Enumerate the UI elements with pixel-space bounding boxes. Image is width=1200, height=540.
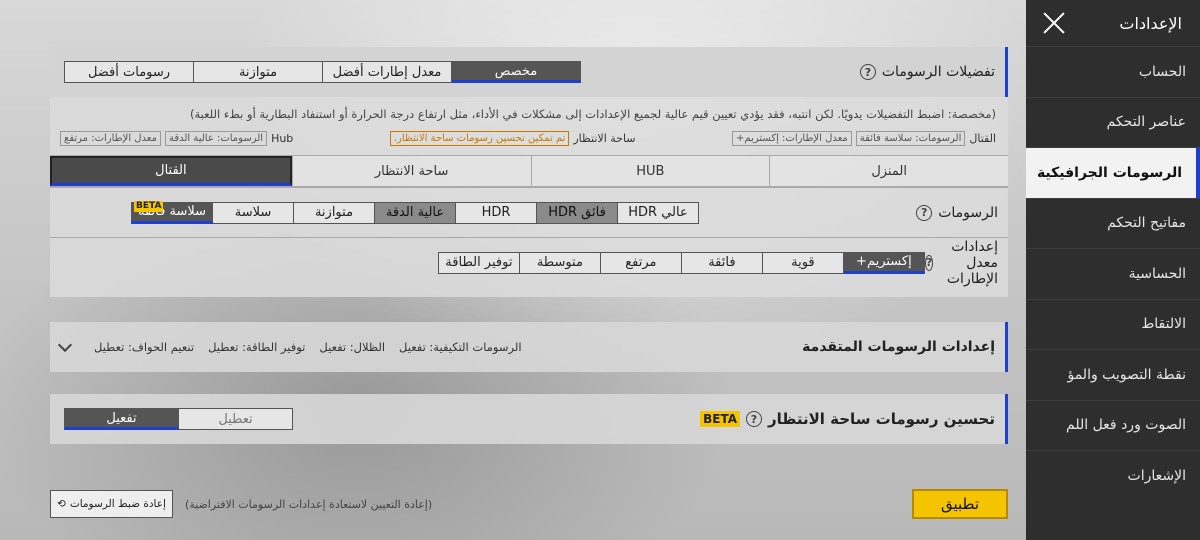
sidebar-item-crosshair[interactable]: نقطة التصويب والمؤ	[1026, 349, 1200, 400]
graphics-title: الرسومات ?	[916, 204, 998, 221]
fps-option-power-saving[interactable]: توفير الطاقة	[437, 251, 520, 274]
reset-icon: ⟲	[57, 498, 66, 510]
sidebar-item-label: الإشعارات	[1127, 467, 1186, 484]
sidebar-item-label: مفاتيح التحكم	[1107, 215, 1186, 232]
bottom-bar: تطبيق (إعادة التعيين لاستعادة إعدادات ال…	[50, 488, 1008, 520]
gfx-option-smooth[interactable]: سلاسة	[212, 201, 294, 224]
gfx-option-hdr-ultra[interactable]: فائق HDR	[536, 201, 618, 224]
hub-tag: معدل الإطارات: مرتفع	[60, 130, 161, 146]
advanced-values: الرسومات التكيفية: تفعيل الظلال: تفعيل ت…	[57, 337, 522, 354]
reset-button-label: إعادة ضبط الرسومات	[69, 498, 166, 510]
preferences-title-text: تفضيلات الرسومات	[881, 64, 995, 80]
help-icon[interactable]: ?	[924, 254, 934, 271]
advanced-value: تنعيم الحواف: تعطيل	[94, 340, 195, 354]
reset-group: (إعادة التعيين لاستعادة إعدادات الرسومات…	[50, 490, 432, 518]
mode-summary: القتال الرسومات: سلاسة فائقة معدل الإطار…	[50, 127, 1008, 149]
sidebar-item-audio[interactable]: الصوت ورد فعل اللم	[1026, 399, 1200, 451]
beta-badge: BETA	[134, 200, 164, 212]
advanced-value: توفير الطاقة: تعطيل	[208, 340, 306, 354]
beta-badge: BETA	[700, 411, 740, 427]
pref-option-fps[interactable]: معدل إطارات أفضل	[322, 61, 452, 83]
close-icon[interactable]	[1042, 11, 1066, 35]
graphics-selector: عالي HDR فائق HDR HDR عالية الدقة متوازن…	[131, 200, 699, 224]
settings-sidebar: الإعدادات الحساب عناصر التحكم الرسومات ا…	[1026, 0, 1200, 540]
pref-option-custom[interactable]: مخصص	[451, 61, 581, 83]
sidebar-item-keys[interactable]: مفاتيح التحكم	[1026, 197, 1200, 249]
sidebar-item-graphics[interactable]: الرسومات الجرافيكية	[1026, 147, 1200, 198]
graphics-title-text: الرسومات	[938, 204, 998, 221]
gfx-option-ultra-smooth[interactable]: سلاسة فائقة BETA	[131, 200, 213, 224]
pref-option-quality[interactable]: رسومات أفضل	[64, 61, 194, 83]
sidebar-item-sensitivity[interactable]: الحساسية	[1026, 248, 1200, 299]
framerate-row: إعدادات معدل الإطارات ? إكستريم+ قوية فا…	[50, 237, 1008, 287]
preferences-row: تفضيلات الرسومات ? مخصص معدل إطارات أفضل…	[50, 47, 1008, 97]
hub-label: Hub	[271, 131, 294, 145]
preferences-description: (مخصصة: اضبط التفضيلات يدويًا. لكن انتبه…	[190, 107, 996, 121]
sidebar-item-label: نقطة التصويب والمؤ	[1067, 366, 1186, 383]
tab-combat[interactable]: القتال	[50, 156, 292, 186]
hub-summary: Hub الرسومات: عالية الدقة معدل الإطارات:…	[60, 130, 294, 146]
hub-tag: الرسومات: عالية الدقة	[164, 130, 268, 146]
graphics-preferences-panel: تفضيلات الرسومات ? مخصص معدل إطارات أفضل…	[50, 47, 1008, 297]
advanced-title: إعدادات الرسومات المتقدمة	[802, 339, 995, 355]
reset-note: (إعادة التعيين لاستعادة إعدادات الرسومات…	[184, 497, 433, 511]
gfx-option-balanced[interactable]: متوازنة	[293, 201, 375, 224]
sidebar-item-label: عناصر التحكم	[1106, 114, 1186, 131]
sidebar-title: الإعدادات	[1119, 13, 1182, 33]
lobby-opt-title: تحسين رسومات ساحة الانتظار ? BETA	[700, 410, 995, 428]
sidebar-header: الإعدادات	[1026, 0, 1200, 46]
fps-option-medium[interactable]: متوسطة	[518, 251, 601, 274]
sidebar-item-label: الحساسية	[1128, 265, 1186, 282]
sidebar-item-label: الصوت ورد فعل اللم	[1066, 417, 1186, 434]
help-icon[interactable]: ?	[916, 204, 933, 221]
sidebar-item-controls[interactable]: عناصر التحكم	[1026, 96, 1200, 148]
gfx-option-hd[interactable]: عالية الدقة	[374, 201, 456, 224]
sidebar-item-label: الحساب	[1138, 63, 1186, 80]
gfx-option-hdr[interactable]: HDR	[455, 201, 537, 224]
gfx-option-hdr-high[interactable]: عالي HDR	[617, 201, 699, 224]
preferences-selector: مخصص معدل إطارات أفضل متوازنة رسومات أفض…	[64, 61, 581, 83]
lobby-opt-toggle: تعطيل تفعيل	[64, 408, 293, 430]
lobby-opt-title-text: تحسين رسومات ساحة الانتظار	[767, 410, 995, 428]
reset-graphics-button[interactable]: إعادة ضبط الرسومات ⟲	[50, 490, 173, 518]
sidebar-item-label: الرسومات الجرافيكية	[1036, 164, 1182, 181]
lobby-opt-on[interactable]: تفعيل	[64, 408, 179, 430]
framerate-title: إعدادات معدل الإطارات ?	[924, 238, 998, 287]
lobby-label: ساحة الانتظار	[573, 131, 636, 145]
lobby-summary: ساحة الانتظار تم تمكين تحسين رسومات ساحة…	[389, 130, 636, 146]
fps-option-strong[interactable]: قوية	[761, 251, 844, 274]
fps-option-ultra[interactable]: فائقة	[680, 251, 763, 274]
preferences-title: تفضيلات الرسومات ?	[859, 64, 995, 80]
framerate-title-text: إعدادات معدل الإطارات	[946, 238, 998, 287]
framerate-selector: إكستريم+ قوية فائقة مرتفع متوسطة توفير ا…	[437, 251, 925, 274]
tab-lobby[interactable]: ساحة الانتظار	[291, 156, 531, 186]
combat-summary: القتال الرسومات: سلاسة فائقة معدل الإطار…	[732, 130, 996, 146]
help-icon[interactable]: ?	[859, 64, 876, 80]
mode-tabs: المنزل HUB ساحة الانتظار القتال	[50, 155, 1008, 187]
tab-hub[interactable]: HUB	[530, 156, 770, 186]
sidebar-item-account[interactable]: الحساب	[1026, 46, 1200, 97]
pref-option-balanced[interactable]: متوازنة	[193, 61, 323, 83]
lobby-optimization-row: تحسين رسومات ساحة الانتظار ? BETA تعطيل …	[50, 394, 1008, 444]
lobby-tag: تم تمكين تحسين رسومات ساحة الانتظار.	[389, 130, 570, 146]
combat-tag: معدل الإطارات: إكستريم+	[732, 130, 852, 146]
combat-tag: الرسومات: سلاسة فائقة	[855, 130, 966, 146]
chevron-down-icon[interactable]	[57, 337, 73, 353]
tab-home[interactable]: المنزل	[769, 156, 1008, 186]
advanced-value: الظلال: تفعيل	[319, 340, 386, 354]
help-icon[interactable]: ?	[745, 411, 762, 427]
sidebar-item-notifications[interactable]: الإشعارات	[1026, 450, 1200, 501]
sidebar-item-pickup[interactable]: الالتقاط	[1026, 298, 1200, 350]
fps-option-extreme-plus[interactable]: إكستريم+	[842, 251, 925, 274]
sidebar-item-label: الالتقاط	[1141, 316, 1186, 333]
lobby-opt-off[interactable]: تعطيل	[178, 408, 293, 430]
advanced-graphics-row[interactable]: إعدادات الرسومات المتقدمة الرسومات التكي…	[50, 322, 1008, 372]
combat-label: القتال	[969, 131, 996, 145]
advanced-value: الرسومات التكيفية: تفعيل	[399, 340, 522, 354]
apply-button[interactable]: تطبيق	[912, 489, 1008, 519]
graphics-row: الرسومات ? عالي HDR فائق HDR HDR عالية ا…	[50, 187, 1008, 237]
fps-option-high[interactable]: مرتفع	[599, 251, 682, 274]
